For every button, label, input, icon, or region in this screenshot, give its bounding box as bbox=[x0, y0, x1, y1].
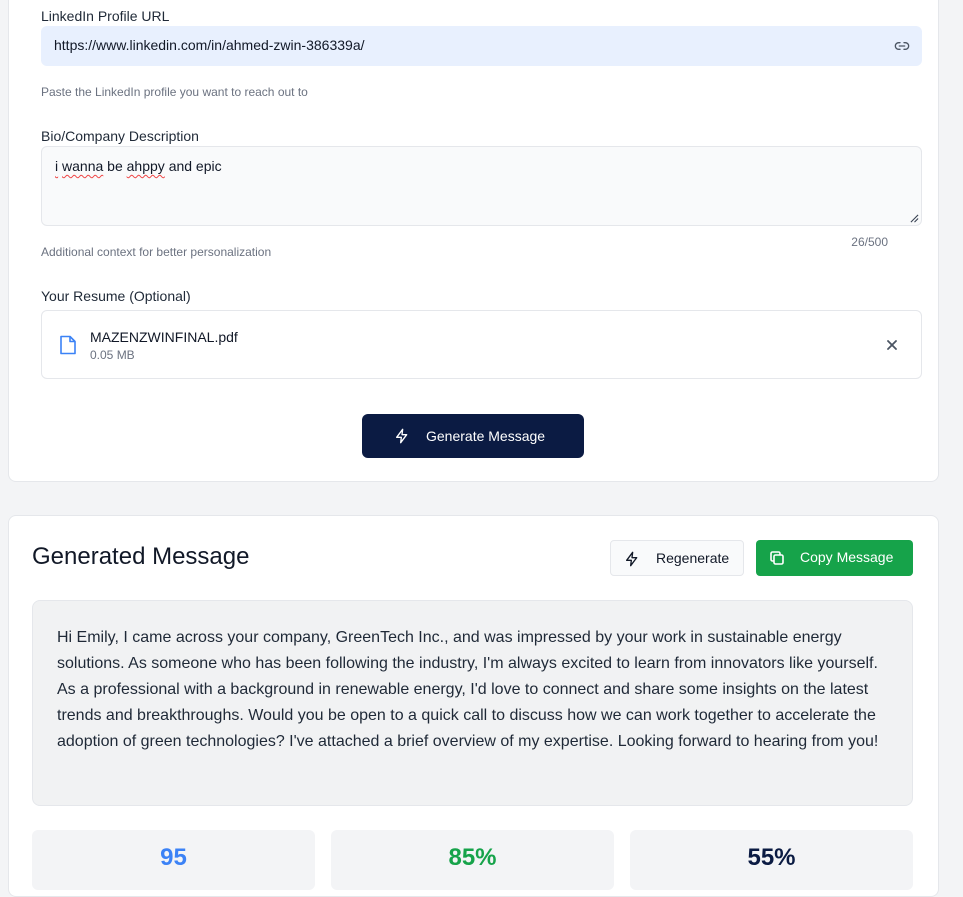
bio-label: Bio/Company Description bbox=[41, 128, 199, 144]
bio-word: be bbox=[107, 158, 123, 174]
regenerate-button[interactable]: Regenerate bbox=[610, 540, 744, 576]
stat-card: 55% bbox=[630, 830, 913, 890]
copy-icon bbox=[770, 551, 784, 565]
stat-card: 85% bbox=[331, 830, 614, 890]
message-form-card: LinkedIn Profile URL Paste the LinkedIn … bbox=[8, 0, 939, 482]
resume-file-name: MAZENZWINFINAL.pdf bbox=[90, 329, 238, 345]
resume-file-card: MAZENZWINFINAL.pdf 0.05 MB bbox=[41, 310, 922, 379]
bio-char-counter: 26/500 bbox=[851, 235, 888, 249]
bio-hint: Additional context for better personaliz… bbox=[41, 245, 272, 259]
resume-label: Your Resume (Optional) bbox=[41, 288, 191, 304]
close-icon[interactable] bbox=[885, 338, 899, 352]
generated-message-title: Generated Message bbox=[32, 543, 250, 570]
lightning-icon bbox=[396, 428, 408, 444]
document-icon bbox=[60, 335, 76, 355]
lightning-icon bbox=[626, 551, 638, 567]
link-icon bbox=[894, 42, 910, 50]
generate-message-button[interactable]: Generate Message bbox=[362, 414, 584, 458]
linkedin-url-hint: Paste the LinkedIn profile you want to r… bbox=[41, 85, 308, 99]
bio-word: i bbox=[55, 158, 59, 174]
resize-grip-icon[interactable] bbox=[910, 214, 919, 223]
resume-file-size: 0.05 MB bbox=[90, 348, 135, 362]
linkedin-url-label: LinkedIn Profile URL bbox=[41, 8, 170, 24]
linkedin-url-field[interactable] bbox=[41, 26, 922, 66]
generated-message-text: Hi Emily, I came across your company, Gr… bbox=[57, 629, 879, 750]
bio-word: and epic bbox=[168, 158, 222, 174]
bio-word: wanna bbox=[62, 158, 104, 174]
regenerate-label: Regenerate bbox=[656, 550, 730, 566]
linkedin-url-input[interactable] bbox=[54, 37, 874, 53]
generate-message-label: Generate Message bbox=[426, 428, 546, 444]
generated-message-box: Hi Emily, I came across your company, Gr… bbox=[32, 600, 913, 806]
bio-word: ahppy bbox=[126, 158, 165, 174]
bio-text: i wanna be ahppy and epic bbox=[55, 158, 222, 174]
copy-message-button[interactable]: Copy Message bbox=[756, 540, 913, 576]
stat-card: 95 bbox=[32, 830, 315, 890]
bio-textarea[interactable]: i wanna be ahppy and epic bbox=[41, 146, 922, 226]
copy-message-label: Copy Message bbox=[800, 549, 894, 565]
